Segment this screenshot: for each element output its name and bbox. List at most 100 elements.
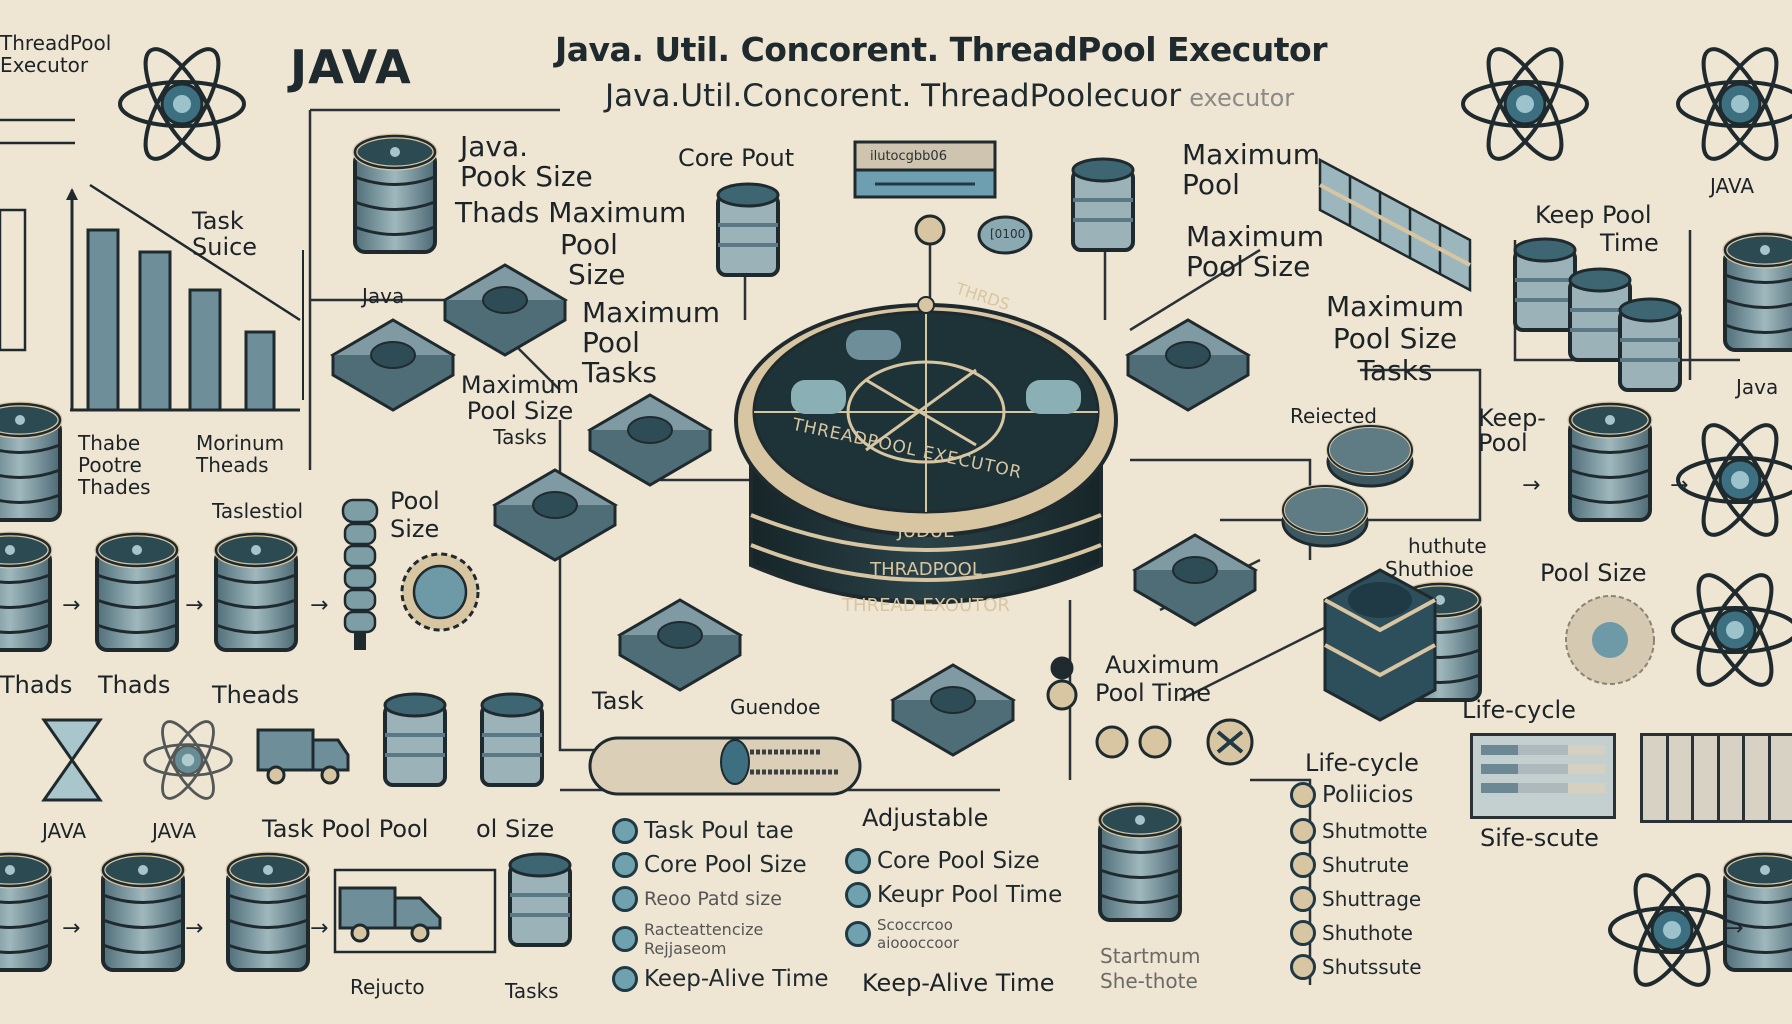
- label-pool-size: Pook Size: [460, 160, 593, 193]
- list-item: Keupr Pool Time: [845, 882, 1062, 908]
- label-max-pool-tasks-2: Pool: [582, 326, 640, 359]
- label-java: Java.: [460, 130, 529, 163]
- list-item-label: Shutssute: [1322, 955, 1422, 979]
- list-item-label: Shuttrage: [1322, 887, 1422, 911]
- label-pool: Pool: [560, 228, 618, 261]
- lifecycle-columns-panel: [1640, 733, 1792, 823]
- label-max-pool-size-tasks-right-1: Maximum: [1326, 290, 1464, 323]
- label-rejected: Reiected: [1290, 404, 1378, 428]
- label-java-right-top: JAVA: [1710, 174, 1755, 198]
- label-max-pool-top-2: Pool: [1182, 168, 1240, 201]
- svg-text:→: →: [1725, 916, 1743, 941]
- label-pool-size-spindle-2: Size: [390, 515, 440, 543]
- label-auxmum: Auximum: [1105, 651, 1220, 679]
- bullet-icon: [1290, 886, 1316, 912]
- keep-alive-footer: Keep-Alive Time: [862, 969, 1055, 997]
- list-item: Poliicios: [1290, 782, 1428, 808]
- label-life-state: Sife-scute: [1480, 824, 1599, 852]
- label-threads-1: Thads: [0, 671, 73, 699]
- monitor-text: ilutocgbb06: [870, 149, 947, 164]
- label-max-pool-top-1: Maximum: [1182, 138, 1320, 171]
- java-logo: JAVA: [290, 40, 412, 94]
- label-keep-pool-time-2: Time: [1600, 229, 1659, 257]
- svg-text:→: →: [185, 916, 203, 941]
- list-item: Shutrute: [1290, 852, 1428, 878]
- hub-band-2: THRADPOOL: [870, 559, 982, 580]
- label-max-pool-size-top-1: Maximum: [1186, 220, 1324, 253]
- label-java-atom: JAVA: [152, 819, 197, 843]
- subtitle-text: Java.Util.Concorent. ThreadPoolecuor: [605, 78, 1182, 114]
- label-pool-time: Pool Time: [1095, 679, 1212, 707]
- truck-icon: [256, 728, 350, 785]
- bullet-icon: [845, 882, 871, 908]
- list-item-label: Keep-Alive Time: [644, 966, 829, 992]
- svg-text:→: →: [62, 916, 80, 941]
- list-item-label: Poliicios: [1322, 782, 1414, 808]
- hub-band-1: JUDUE: [897, 521, 955, 542]
- label-shutdown: She-thote: [1100, 969, 1198, 993]
- bullet-icon: [1290, 818, 1316, 844]
- lifecycle-list: Poliicios Shutmotte Shutrute Shuttrage S…: [1290, 782, 1428, 988]
- lifecycle-table-panel: [1470, 733, 1616, 819]
- label-java-barrel: Java: [362, 284, 405, 308]
- list-item: Shutmotte: [1290, 818, 1428, 844]
- label-lifecycle-mid: Life-cycle: [1305, 749, 1419, 777]
- label-max-pool-size-tasks-3: Tasks: [493, 425, 547, 449]
- list-item-label: Reoo Patd size: [644, 888, 782, 910]
- label-keep-1: Keep-: [1478, 404, 1546, 432]
- truck-icon: [338, 886, 442, 943]
- pill-text: [0100: [990, 227, 1026, 241]
- label-java-hourglass: JAVA: [42, 819, 87, 843]
- chart-x-label-3: Taslestiol: [212, 499, 304, 523]
- label-keep-pool-time-1: Keep Pool: [1535, 201, 1652, 229]
- bullet-icon: [612, 886, 638, 912]
- label-size: Size: [568, 258, 626, 291]
- bullet-icon: [612, 818, 638, 844]
- label-max-pool-size-top-2: Pool Size: [1186, 250, 1311, 283]
- label-adjustable: Adjustable: [862, 804, 989, 832]
- bullet-icon: [1290, 782, 1316, 808]
- label-core-pool: Core Pout: [678, 144, 795, 172]
- list-item-label: Core Pool Size: [644, 852, 807, 878]
- list-item-label: Keupr Pool Time: [877, 882, 1063, 908]
- chart-task-size-label: Task Suice: [192, 207, 258, 262]
- bullet-icon: [1290, 954, 1316, 980]
- label-startmum: Startmum: [1100, 944, 1201, 968]
- list-item: Scoccrcoo aioooccoor: [845, 916, 975, 952]
- label-java-right-barrel: Java: [1736, 375, 1779, 399]
- label-threads-3: Theads: [212, 681, 300, 709]
- list-item-label: Core Pool Size: [877, 848, 1040, 874]
- subtitle-faint-text: executor: [1189, 84, 1295, 112]
- label-tasks-bottom: Tasks: [505, 979, 559, 1003]
- page-title: Java. Util. Concorent. ThreadPool Execut…: [555, 30, 1328, 69]
- corner-label: ThreadPool Executor: [0, 31, 112, 77]
- list-item: Core Pool Size: [612, 852, 829, 878]
- label-queued: Guendoe: [730, 695, 821, 719]
- label-threads-2: Thads: [98, 671, 171, 699]
- list-item: Reoo Patd size: [612, 886, 829, 912]
- label-reject: Rejucto: [350, 975, 425, 999]
- list-item-label: Shuthote: [1322, 921, 1413, 945]
- svg-text:→: →: [185, 593, 203, 618]
- list-item: Keep-Alive Time: [612, 966, 829, 992]
- label-pool-size-bottom: ol Size: [476, 815, 555, 843]
- label-task: Task: [592, 687, 644, 715]
- label-max-pool-size-tasks-1: Maximum: [460, 371, 580, 399]
- label-keep-2: Pool: [1478, 429, 1528, 457]
- bullet-icon: [612, 852, 638, 878]
- list-item: Shutssute: [1290, 954, 1428, 980]
- list-item-label: Task Poul tae: [644, 818, 794, 844]
- svg-text:→: →: [310, 916, 328, 941]
- label-shutdown-2: Shuthioe: [1385, 557, 1474, 581]
- svg-text:→: →: [1522, 473, 1540, 498]
- label-lifecycle-right: Life-cycle: [1462, 696, 1576, 724]
- bullet-icon: [1290, 920, 1316, 946]
- label-shutdown-1: huthute: [1408, 534, 1487, 558]
- bullet-icon: [612, 966, 638, 992]
- svg-text:→: →: [1670, 473, 1688, 498]
- bullet-icon: [1290, 852, 1316, 878]
- list-item-label: Racteattencize Rejjaseom: [644, 920, 764, 958]
- chart-x-label-2: Morinum Theads: [196, 431, 285, 477]
- svg-text:→: →: [310, 593, 328, 618]
- label-pool-size-right: Pool Size: [1540, 559, 1647, 587]
